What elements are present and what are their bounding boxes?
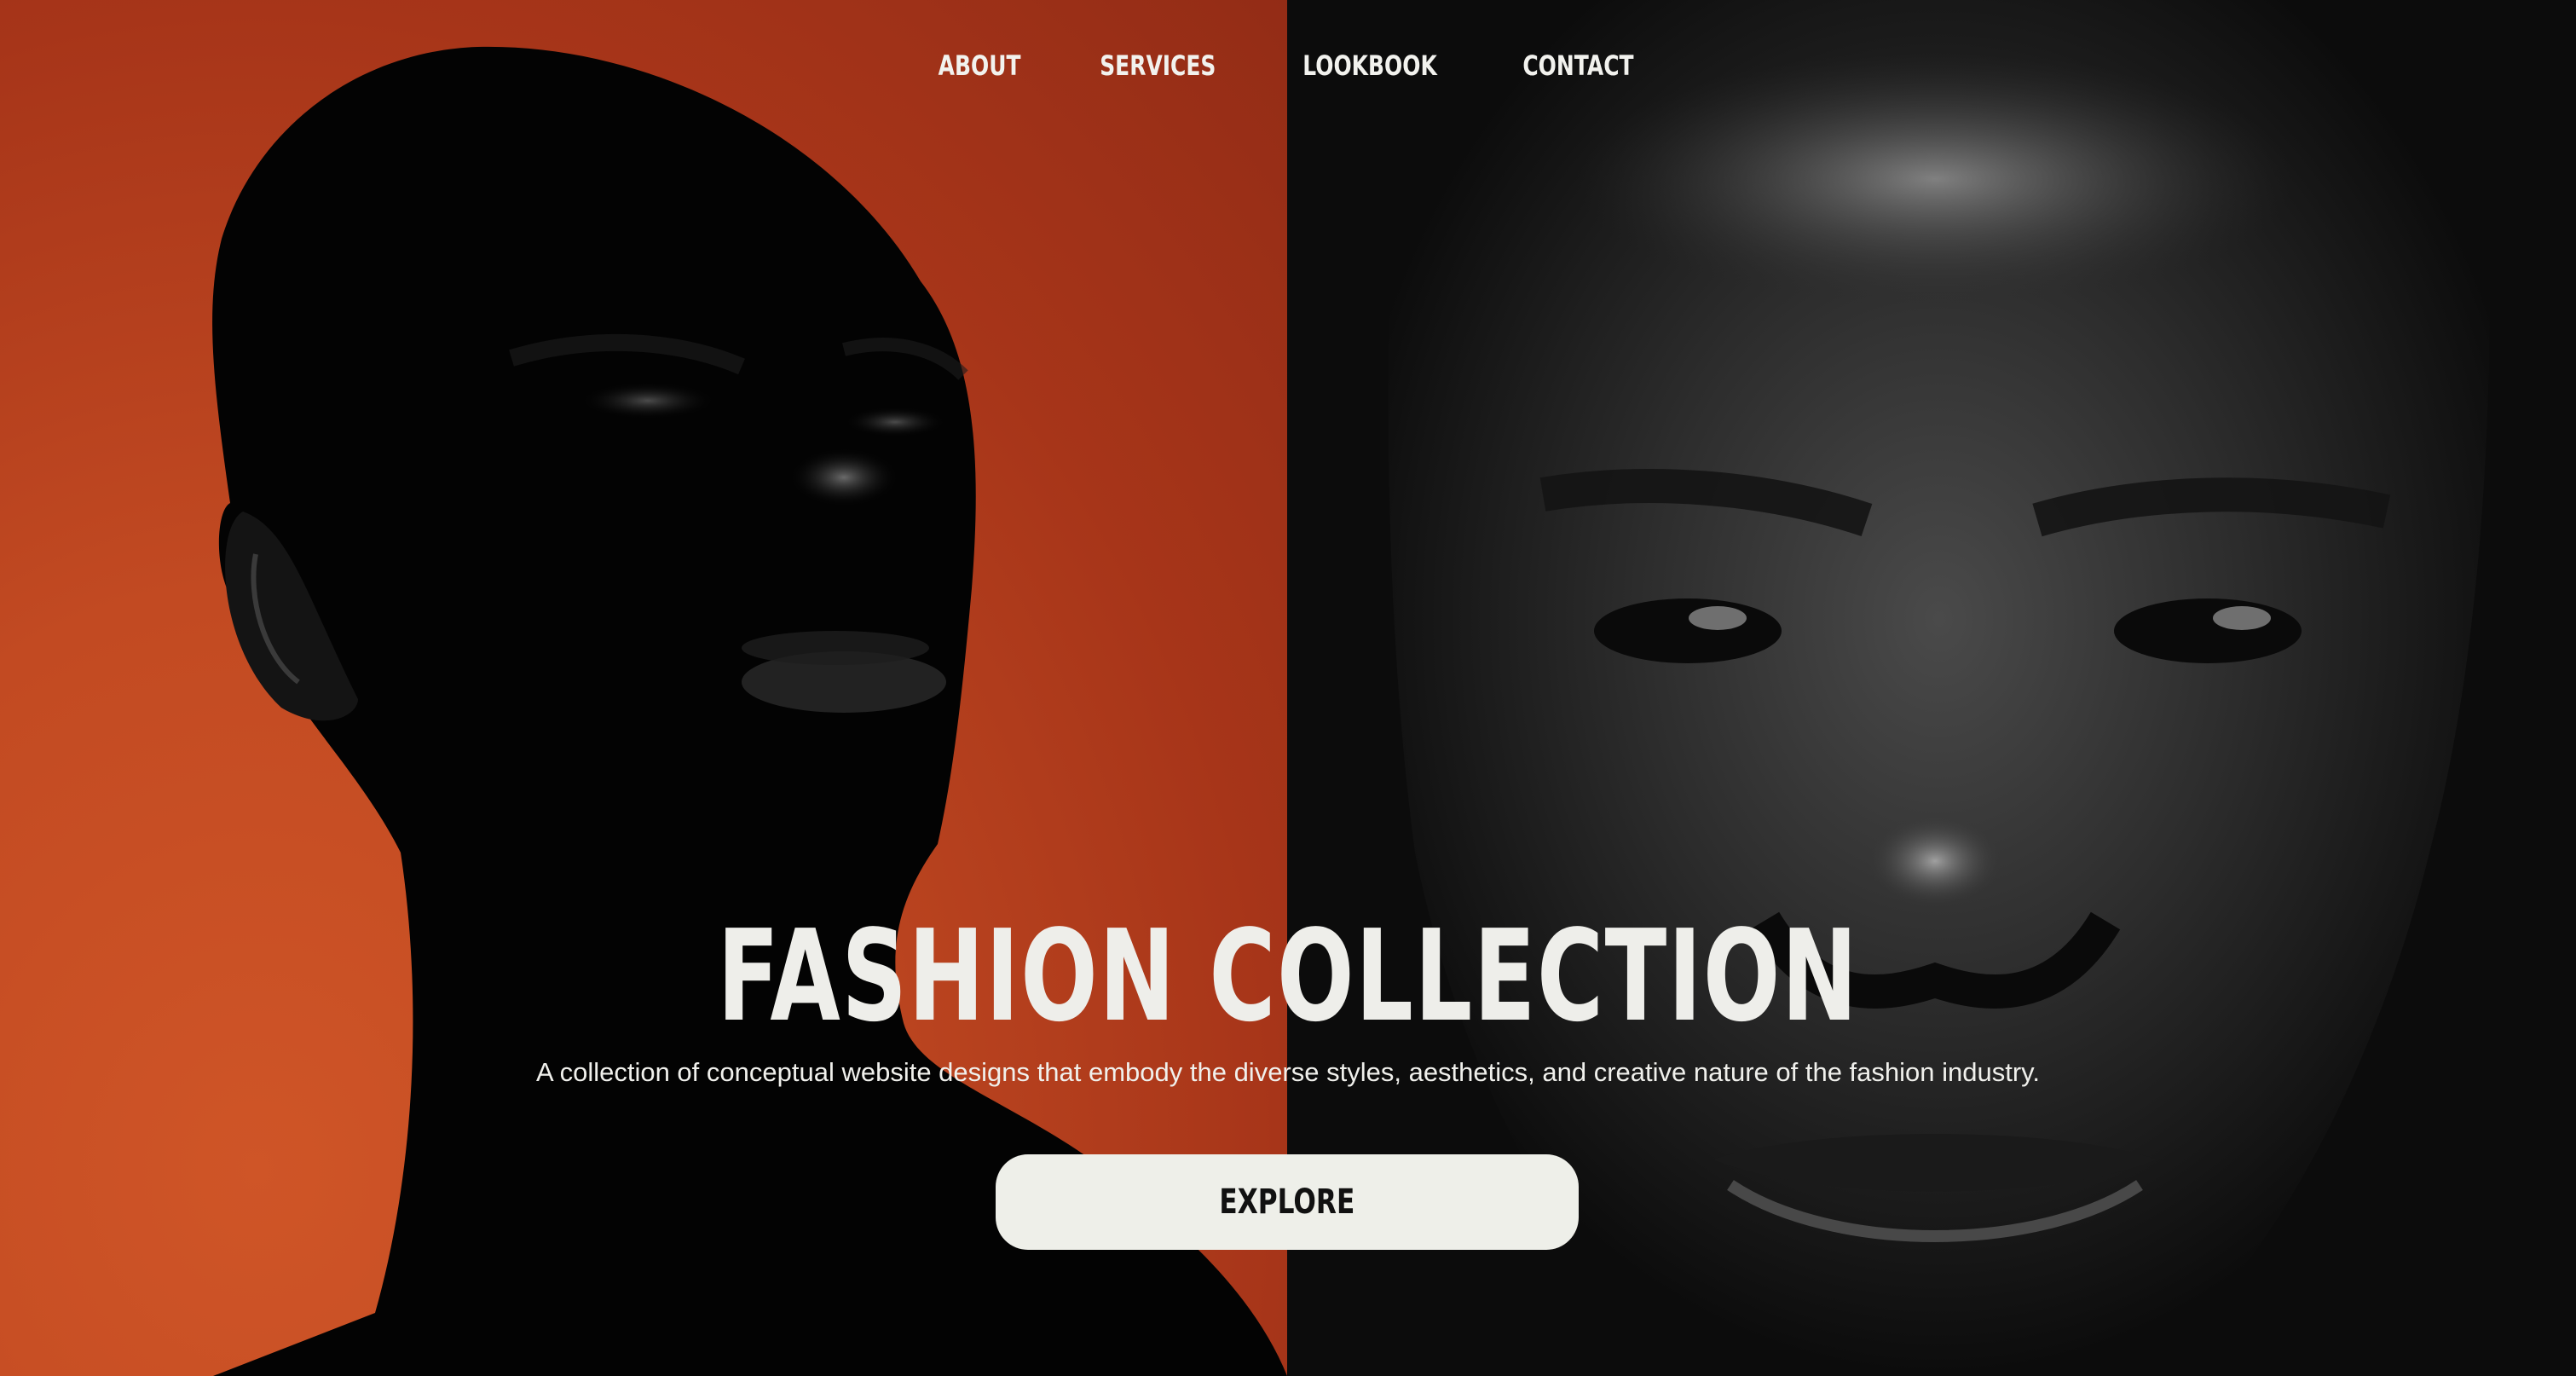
nav-item-lookbook[interactable]: LOOKBOOK: [1302, 49, 1437, 82]
main-nav: ABOUT SERVICES LOOKBOOK CONTACT: [0, 49, 2576, 82]
nav-item-services[interactable]: SERVICES: [1100, 49, 1216, 82]
hero-title-text: FASHION COLLECTION: [717, 903, 1859, 1049]
hero-section: ABOUT SERVICES LOOKBOOK CONTACT FASHION …: [0, 0, 2576, 1376]
explore-button[interactable]: EXPLORE: [996, 1154, 1579, 1250]
nav-item-about[interactable]: ABOUT: [939, 49, 1021, 82]
hero-title: FASHION COLLECTION: [0, 904, 2576, 1049]
hero-subtitle: A collection of conceptual website desig…: [536, 1057, 2040, 1087]
nav-item-contact[interactable]: CONTACT: [1522, 49, 1633, 82]
explore-button-label: EXPLORE: [1219, 1182, 1355, 1222]
